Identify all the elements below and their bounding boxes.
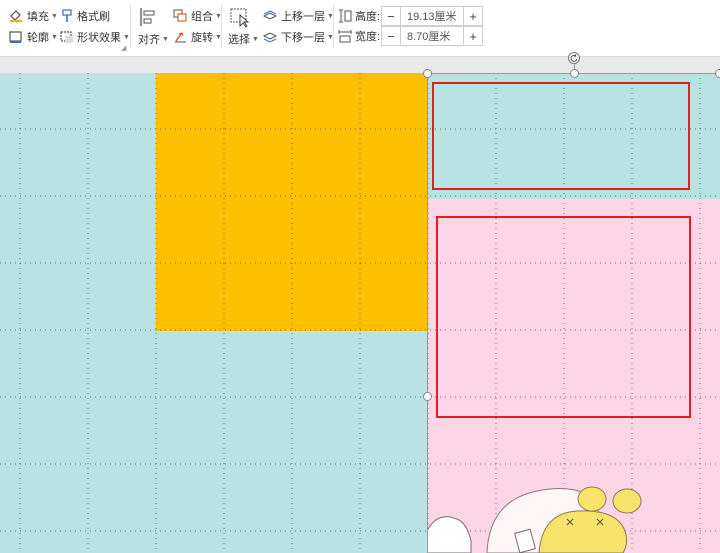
height-decrease-button[interactable]: − xyxy=(382,7,400,25)
fill-icon xyxy=(10,10,22,22)
cartoon-character-illustration xyxy=(427,486,642,553)
align-icon xyxy=(140,8,155,26)
bring-forward-icon xyxy=(263,10,278,20)
align-caret-icon[interactable]: ▼ xyxy=(162,36,169,43)
fill-caret-icon[interactable]: ▼ xyxy=(51,13,58,20)
fill-label: 填充 xyxy=(27,11,49,23)
editing-workspace xyxy=(0,52,720,553)
height-increase-button[interactable]: + xyxy=(464,7,482,25)
height-field-label: 高度: xyxy=(338,7,380,25)
width-label: 宽度: xyxy=(355,31,381,43)
select-button[interactable]: 选择 ▼ xyxy=(228,30,259,48)
rotation-handle-icon[interactable] xyxy=(568,52,580,64)
align-label: 对齐 xyxy=(138,34,160,46)
shape-effects-icon xyxy=(60,31,73,43)
send-backward-button[interactable]: 下移一层 ▼ xyxy=(263,28,334,46)
width-decrease-button[interactable]: − xyxy=(382,27,400,45)
height-label: 高度: xyxy=(355,11,381,23)
ribbon-toolbar: 填充 ▼ 格式刷 轮廓 ▼ 形状效果 ▼ ◢ 对齐 ▼ 组合 ▼ 旋转 ▼ 选择 ▼ 上移一层… xyxy=(0,0,720,57)
shape-effects-caret-icon[interactable]: ▼ xyxy=(123,34,130,41)
separator xyxy=(221,4,222,48)
outline-label: 轮廓 xyxy=(27,32,49,44)
width-icon xyxy=(338,30,352,43)
highlight-box-top xyxy=(432,82,690,190)
width-field-label: 宽度: xyxy=(338,27,380,45)
slide-canvas[interactable] xyxy=(0,73,720,553)
bring-forward-label: 上移一层 xyxy=(281,11,325,23)
group-expand-icon[interactable]: ◢ xyxy=(121,44,126,52)
rotate-icon xyxy=(175,32,186,43)
width-increase-button[interactable]: + xyxy=(464,27,482,45)
resize-handle-top-left[interactable] xyxy=(423,69,432,78)
format-painter-label: 格式刷 xyxy=(77,11,110,23)
outline-icon xyxy=(9,31,22,43)
align-button[interactable]: 对齐 ▼ xyxy=(138,30,169,48)
bring-forward-button[interactable]: 上移一层 ▼ xyxy=(263,7,334,25)
select-label: 选择 xyxy=(228,34,250,46)
resize-handle-top-center[interactable] xyxy=(570,69,579,78)
align-icon-wrap[interactable] xyxy=(138,4,163,30)
rotate-label: 旋转 xyxy=(191,32,213,44)
send-backward-label: 下移一层 xyxy=(281,32,325,44)
select-icon-wrap[interactable] xyxy=(229,4,254,30)
height-stepper[interactable]: − 19.13厘米 + xyxy=(381,6,483,26)
highlight-box-bottom xyxy=(436,216,691,418)
selection-edge-left xyxy=(427,73,428,553)
separator xyxy=(130,4,131,48)
group-button[interactable]: 组合 ▼ xyxy=(173,7,222,25)
height-input[interactable]: 19.13厘米 xyxy=(400,7,464,25)
outline-caret-icon[interactable]: ▼ xyxy=(51,34,58,41)
group-label: 组合 xyxy=(191,11,213,23)
shape-effects-label: 形状效果 xyxy=(77,32,121,44)
separator xyxy=(333,4,334,48)
format-painter-button[interactable]: 格式刷 xyxy=(60,7,110,25)
select-icon xyxy=(230,8,250,28)
resize-handle-middle-left[interactable] xyxy=(423,392,432,401)
format-painter-icon xyxy=(62,9,72,22)
group-icon xyxy=(173,9,187,22)
send-backward-icon xyxy=(263,32,278,43)
select-caret-icon[interactable]: ▼ xyxy=(252,36,259,43)
width-input[interactable]: 8.70厘米 xyxy=(400,27,464,45)
rotate-button[interactable]: 旋转 ▼ xyxy=(173,28,222,46)
yellow-rectangle[interactable] xyxy=(156,73,427,331)
resize-handle-top-right[interactable] xyxy=(715,69,720,78)
height-icon xyxy=(339,9,352,23)
fill-button[interactable]: 填充 ▼ xyxy=(8,7,58,25)
shape-effects-button[interactable]: 形状效果 ▼ xyxy=(60,28,130,46)
width-stepper[interactable]: − 8.70厘米 + xyxy=(381,26,483,46)
outline-button[interactable]: 轮廓 ▼ xyxy=(8,28,58,46)
